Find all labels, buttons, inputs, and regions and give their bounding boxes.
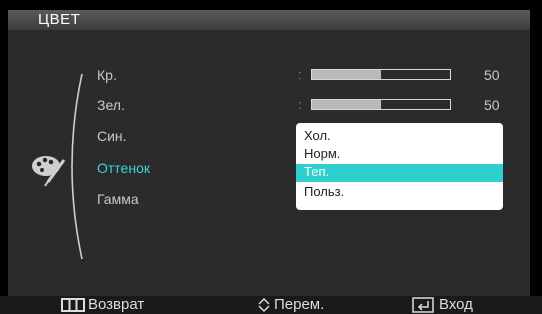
red-slider-fill [312,70,381,79]
move-button[interactable]: Перем. [257,296,387,314]
menu-item-blue[interactable]: Син. [97,128,127,144]
tone-dropdown[interactable]: Хол. Норм. Теп. Польз. [296,123,503,210]
enter-button[interactable]: Вход [412,296,537,314]
menu-item-tone[interactable]: Оттенок [97,160,150,176]
green-slider-fill [312,100,381,109]
up-down-arrows-icon [258,297,270,313]
option-label: Польз. [304,184,345,199]
red-value: 50 [484,67,500,83]
colon: : [298,97,302,112]
move-label: Перем. [274,296,325,313]
dropdown-option-warm[interactable]: Теп. [296,164,503,182]
footer-bar: Возврат Перем. Вход [0,296,542,314]
enter-label: Вход [439,296,473,313]
dropdown-option-normal[interactable]: Норм. [296,146,503,162]
option-label: Хол. [304,128,331,143]
menu-item-gamma[interactable]: Гамма [97,191,139,207]
page-title: ЦВЕТ [38,11,81,28]
green-slider[interactable] [311,99,451,110]
menu-item-green[interactable]: Зел. [97,97,125,113]
title-bar: ЦВЕТ [8,10,530,30]
back-button[interactable]: Возврат [61,296,201,314]
menu-icon [61,298,85,312]
osd-window: ЦВЕТ Кр. : 50 Зел. : 50 Син. Оттенок Гам… [0,0,542,314]
menu-item-red[interactable]: Кр. [97,67,117,83]
colon: : [298,67,302,82]
palette-icon [32,156,66,187]
red-slider[interactable] [311,69,451,80]
dropdown-option-custom[interactable]: Польз. [296,184,503,200]
back-label: Возврат [88,296,145,313]
enter-icon [412,297,434,313]
option-label: Теп. [304,164,330,179]
green-value: 50 [484,97,500,113]
option-label: Норм. [304,146,341,161]
dropdown-option-cool[interactable]: Хол. [296,128,503,144]
